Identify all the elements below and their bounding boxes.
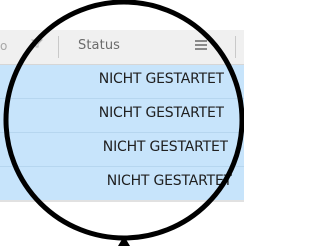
table-row[interactable]: NICHT GESTARTET: [0, 99, 244, 133]
status-cell: NICHT GESTARTET: [98, 71, 224, 87]
column-resize-handle[interactable]: [58, 36, 59, 58]
column-resize-handle[interactable]: [235, 36, 236, 58]
status-cell: NICHT GESTARTET: [106, 173, 232, 189]
status-column-header[interactable]: Status: [78, 38, 120, 53]
menu-icon[interactable]: [195, 40, 207, 50]
status-cell: NICHT GESTARTET: [98, 105, 224, 121]
data-grid: o Status NICHT GESTARTET NICHT GESTARTET…: [0, 0, 244, 202]
table-row[interactable]: NICHT GESTARTET: [0, 65, 244, 99]
table-row[interactable]: NICHT GESTARTET: [0, 167, 244, 201]
grid-body: NICHT GESTARTET NICHT GESTARTET NICHT GE…: [0, 65, 244, 201]
status-cell: NICHT GESTARTET: [102, 139, 228, 155]
grid-bottom-border: [0, 200, 244, 202]
table-row[interactable]: NICHT GESTARTET: [0, 133, 244, 167]
filter-icon[interactable]: [30, 36, 44, 50]
previous-column-header[interactable]: o: [0, 39, 10, 53]
